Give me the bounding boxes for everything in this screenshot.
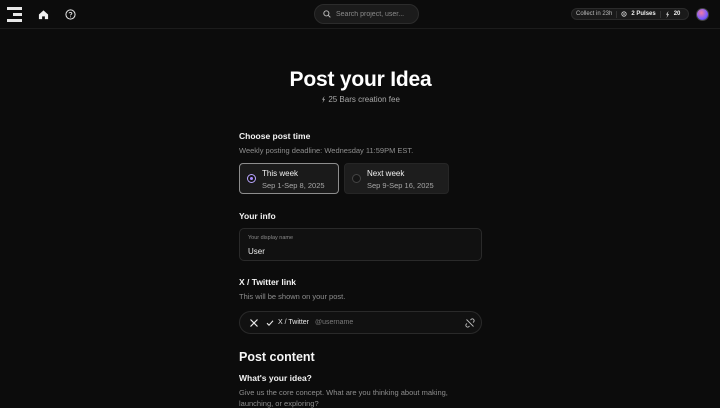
- home-button[interactable]: [34, 5, 52, 23]
- search-bar[interactable]: [314, 4, 419, 24]
- menu-logo-icon[interactable]: [7, 7, 22, 22]
- x-logo-icon: [250, 318, 258, 327]
- search-input[interactable]: [336, 10, 416, 18]
- twitter-heading: X / Twitter link: [239, 277, 296, 287]
- display-name-field[interactable]: Your display name: [239, 228, 482, 261]
- twitter-subtitle: This will be shown on your post.: [239, 292, 346, 301]
- rewards-pill[interactable]: Collect in 23h 2 Pulses 20: [571, 8, 689, 20]
- idea-subtitle-2: launching, or exploring?: [239, 399, 319, 408]
- top-bar: Collect in 23h 2 Pulses 20: [0, 0, 720, 29]
- collect-label: Collect in 23h: [576, 11, 613, 17]
- unlink-icon[interactable]: [465, 318, 475, 328]
- bars-icon: [322, 96, 326, 103]
- your-info-heading: Your info: [239, 211, 276, 221]
- radio-selected-icon: [247, 174, 256, 183]
- creation-fee: 25 Bars creation fee: [239, 95, 482, 104]
- pulse-icon: [621, 11, 627, 17]
- search-icon: [323, 10, 331, 18]
- twitter-link-field[interactable]: X / Twitter: [239, 311, 482, 334]
- option-label: This week: [262, 169, 299, 178]
- display-name-label: Your display name: [248, 235, 294, 241]
- option-range: Sep 9-Sep 16, 2025: [367, 181, 434, 190]
- deadline-text: Weekly posting deadline: Wednesday 11:59…: [239, 146, 414, 155]
- display-name-input[interactable]: [248, 247, 448, 256]
- help-icon: [64, 8, 76, 20]
- twitter-tag-label: X / Twitter: [278, 319, 309, 326]
- page-title: Post your Idea: [289, 68, 432, 91]
- option-this-week[interactable]: This week Sep 1-Sep 8, 2025: [239, 163, 339, 194]
- divider: [659, 10, 661, 18]
- help-button[interactable]: [61, 5, 79, 23]
- radio-unselected-icon: [352, 174, 361, 183]
- twitter-username-input[interactable]: [315, 319, 435, 326]
- option-label: Next week: [367, 169, 405, 178]
- pulses-label: 2 Pulses: [631, 11, 656, 17]
- home-icon: [38, 9, 48, 19]
- fee-label: 25 Bars creation fee: [328, 95, 400, 104]
- divider: [616, 10, 618, 18]
- option-range: Sep 1-Sep 8, 2025: [262, 181, 325, 190]
- bars-count: 20: [673, 11, 681, 17]
- avatar[interactable]: [696, 8, 709, 21]
- check-icon: [266, 319, 274, 326]
- idea-heading: What's your idea?: [239, 373, 312, 383]
- option-next-week[interactable]: Next week Sep 9-Sep 16, 2025: [344, 163, 449, 194]
- bars-icon: [665, 10, 669, 18]
- post-time-heading: Choose post time: [239, 131, 311, 141]
- post-content-heading: Post content: [239, 350, 315, 364]
- idea-subtitle: Give us the core concept. What are you t…: [239, 388, 448, 397]
